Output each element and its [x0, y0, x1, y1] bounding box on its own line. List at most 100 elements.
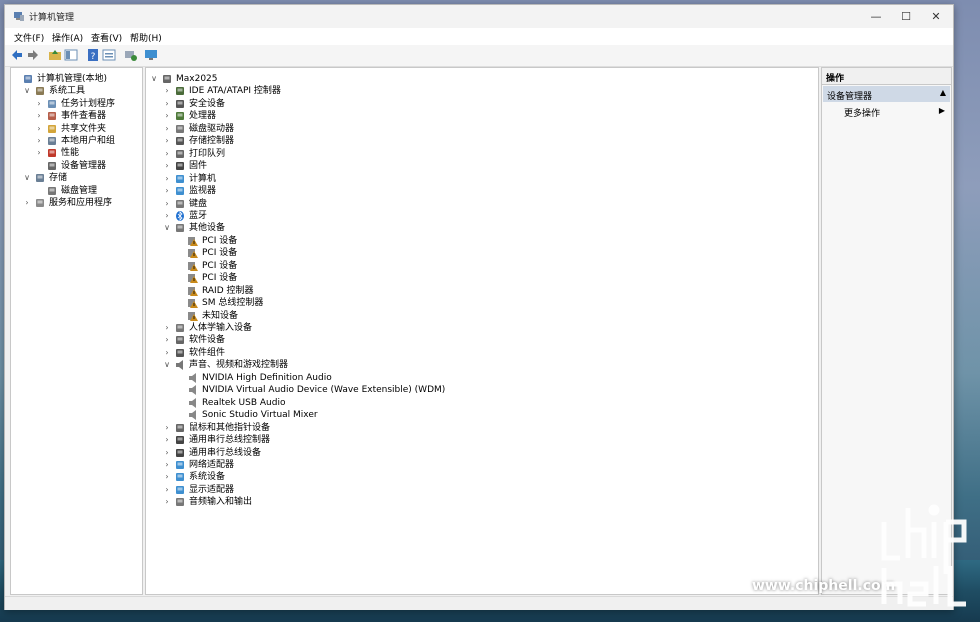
more-actions-item[interactable]: 更多操作	[844, 106, 880, 119]
back-icon[interactable]	[10, 48, 24, 62]
maximize-button[interactable]: ☐	[891, 7, 921, 27]
collapsed-chevron-icon[interactable]: ›	[163, 322, 171, 334]
collapsed-chevron-icon[interactable]: ›	[163, 135, 171, 147]
tree-item-label: 未知设备	[202, 310, 239, 321]
speaker-icon	[189, 372, 196, 383]
collapsed-chevron-icon[interactable]: ›	[163, 173, 171, 185]
tree-item-label: 系统设备	[189, 472, 226, 483]
tree-item-label: NVIDIA Virtual Audio Device (Wave Extens…	[202, 385, 446, 396]
speaker-icon	[189, 410, 196, 421]
tree-item-label: NVIDIA High Definition Audio	[202, 372, 332, 383]
storage-controller-icon	[176, 137, 184, 146]
collapsed-chevron-icon[interactable]: ›	[163, 496, 171, 508]
forward-icon[interactable]	[26, 48, 40, 62]
up-folder-icon[interactable]	[48, 48, 62, 62]
system-device-icon	[176, 473, 184, 482]
tree-item-label: 软件组件	[189, 347, 226, 358]
collapsed-chevron-icon[interactable]: ›	[163, 447, 171, 459]
collapsed-chevron-icon[interactable]: ›	[35, 123, 43, 135]
tree-item-label: 其他设备	[189, 223, 226, 234]
expanded-chevron-icon[interactable]: ∨	[163, 222, 171, 234]
collapsed-chevron-icon[interactable]: ›	[35, 110, 43, 122]
collapsed-chevron-icon[interactable]: ›	[163, 110, 171, 122]
actions-section-device-manager[interactable]: 设备管理器 ▲	[823, 86, 950, 102]
title-bar[interactable]: 计算机管理 — ☐ ✕	[5, 5, 953, 28]
tree-item-label: 存储控制器	[189, 136, 235, 147]
collapsed-chevron-icon[interactable]: ›	[163, 471, 171, 483]
tree-item-label: 通用串行总线控制器	[189, 435, 271, 446]
expanded-chevron-icon[interactable]: ∨	[23, 85, 31, 97]
warning-device-icon	[188, 274, 198, 284]
performance-icon	[48, 149, 56, 158]
collapsed-chevron-icon[interactable]: ›	[163, 334, 171, 346]
watermark-url: www.chiphell.com	[752, 578, 896, 594]
expanded-chevron-icon[interactable]: ∨	[163, 359, 171, 371]
collapse-up-icon[interactable]: ▲	[940, 88, 946, 97]
monitor-icon	[176, 187, 184, 196]
properties-icon[interactable]	[102, 48, 116, 62]
tree-item-label: 音频输入和输出	[189, 497, 253, 508]
collapsed-chevron-icon[interactable]: ›	[35, 135, 43, 147]
warning-device-icon	[188, 236, 198, 246]
computer-icon	[163, 75, 171, 83]
tree-item-label: 计算机	[189, 173, 217, 184]
tree-item-label: 服务和应用程序	[49, 198, 113, 208]
bluetooth-icon	[176, 210, 184, 221]
tree-item-label: 键盘	[189, 198, 208, 209]
menu-help[interactable]: 帮助(H)	[130, 31, 162, 44]
collapsed-chevron-icon[interactable]: ›	[163, 422, 171, 434]
tree-item-label: 事件查看器	[61, 111, 107, 122]
collapsed-chevron-icon[interactable]: ›	[163, 459, 171, 471]
tree-item-label: PCI 设备	[202, 235, 238, 246]
usb-icon	[176, 436, 184, 445]
collapsed-chevron-icon[interactable]: ›	[163, 347, 171, 359]
watermark-logo	[881, 504, 967, 607]
collapsed-chevron-icon[interactable]: ›	[163, 185, 171, 197]
menu-file[interactable]: 文件(F)	[14, 31, 44, 44]
tree-item-label: PCI 设备	[202, 260, 238, 271]
collapsed-chevron-icon[interactable]: ›	[163, 434, 171, 446]
menu-action[interactable]: 操作(A)	[52, 31, 83, 44]
collapsed-chevron-icon[interactable]: ›	[35, 147, 43, 159]
software-device-icon	[176, 336, 184, 345]
collapsed-chevron-icon[interactable]: ›	[163, 85, 171, 97]
printer-icon	[176, 149, 184, 158]
actions-section-label: 设备管理器	[827, 92, 873, 102]
expanded-chevron-icon[interactable]: ∨	[150, 73, 158, 85]
collapsed-chevron-icon[interactable]: ›	[163, 210, 171, 222]
expanded-chevron-icon[interactable]: ∨	[23, 172, 31, 184]
collapsed-chevron-icon[interactable]: ›	[163, 484, 171, 496]
collapsed-chevron-icon[interactable]: ›	[163, 123, 171, 135]
tree-item-label: 磁盘管理	[61, 185, 98, 196]
tree-item-label: RAID 控制器	[202, 285, 254, 296]
usb-icon	[176, 448, 184, 457]
computer-management-icon	[24, 75, 32, 83]
menu-view[interactable]: 查看(V)	[91, 31, 122, 44]
toolbar: ?	[5, 45, 953, 67]
computer-icon	[176, 174, 184, 183]
security-device-icon	[176, 99, 184, 108]
collapsed-chevron-icon[interactable]: ›	[163, 148, 171, 160]
tree-item-label: PCI 设备	[202, 273, 238, 284]
mouse-icon	[176, 423, 184, 432]
scan-hardware-icon[interactable]	[124, 48, 138, 62]
collapsed-chevron-icon[interactable]: ›	[35, 98, 43, 110]
menu-bar: 文件(F) 操作(A) 查看(V) 帮助(H)	[5, 28, 953, 45]
collapsed-chevron-icon[interactable]: ›	[23, 197, 31, 209]
collapsed-chevron-icon[interactable]: ›	[163, 198, 171, 210]
minimize-button[interactable]: —	[861, 7, 891, 27]
show-hide-tree-icon[interactable]	[64, 48, 78, 62]
tree-item-label: 磁盘驱动器	[189, 123, 235, 134]
monitor-toolbar-icon[interactable]	[144, 48, 158, 62]
warning-device-icon	[188, 311, 198, 321]
collapsed-chevron-icon[interactable]: ›	[163, 160, 171, 172]
tools-icon	[36, 87, 44, 96]
tree-item-label: 监视器	[189, 186, 217, 197]
warning-device-icon	[188, 249, 198, 259]
close-button[interactable]: ✕	[921, 7, 951, 27]
collapsed-chevron-icon[interactable]: ›	[163, 98, 171, 110]
tree-item-label: 通用串行总线设备	[189, 447, 262, 458]
tree-item-label: 鼠标和其他指针设备	[189, 422, 271, 433]
help-icon[interactable]: ?	[86, 48, 100, 62]
services-icon	[36, 199, 44, 207]
